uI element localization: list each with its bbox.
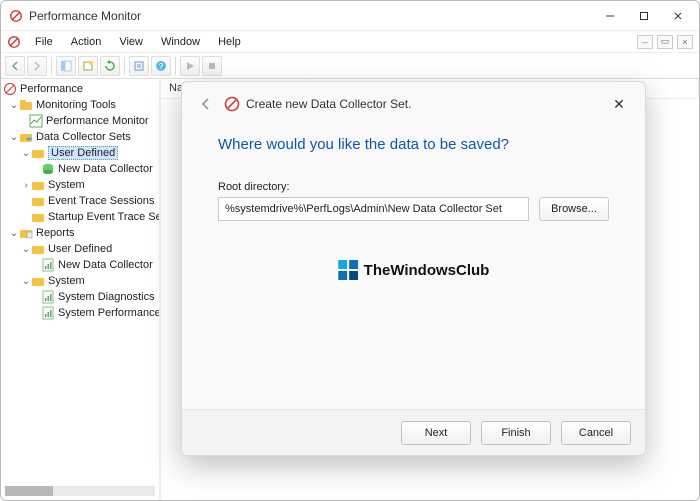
menubar: File Action View Window Help – ▭ × bbox=[1, 31, 699, 53]
menu-action[interactable]: Action bbox=[63, 34, 110, 50]
back-button[interactable] bbox=[5, 56, 25, 76]
tree-r-new-dc[interactable]: New Data Collector bbox=[58, 259, 153, 271]
mdi-restore-button[interactable]: ▭ bbox=[657, 35, 673, 49]
window-controls bbox=[597, 6, 691, 26]
tree-new-dc[interactable]: New Data Collector bbox=[58, 163, 153, 175]
folder-icon bbox=[31, 210, 45, 224]
tree-scrollbar[interactable] bbox=[5, 486, 155, 496]
watermark-text: TheWindowsClub bbox=[364, 262, 490, 279]
collapse-icon[interactable]: ⌄ bbox=[21, 276, 31, 287]
maximize-button[interactable] bbox=[631, 6, 657, 26]
tree-system[interactable]: System bbox=[48, 179, 85, 191]
close-button[interactable] bbox=[665, 6, 691, 26]
properties-button[interactable] bbox=[129, 56, 149, 76]
tree-dcs[interactable]: Data Collector Sets bbox=[36, 131, 131, 143]
wizard-icon bbox=[224, 96, 240, 112]
collapse-icon[interactable]: ⌄ bbox=[9, 132, 19, 143]
browse-button[interactable]: Browse... bbox=[539, 197, 609, 221]
cancel-button[interactable]: Cancel bbox=[561, 421, 631, 445]
minimize-button[interactable] bbox=[597, 6, 623, 26]
collapse-icon[interactable]: ⌄ bbox=[9, 100, 19, 111]
collapse-icon[interactable]: ⌄ bbox=[21, 148, 31, 159]
svg-text:?: ? bbox=[159, 62, 164, 71]
folder-icon bbox=[31, 194, 45, 208]
mdi-minimize-button[interactable]: – bbox=[637, 35, 653, 49]
folder-icon bbox=[31, 274, 45, 288]
window-title: Performance Monitor bbox=[29, 9, 597, 23]
tree-user-defined[interactable]: User Defined bbox=[48, 146, 118, 160]
folder-icon bbox=[31, 178, 45, 192]
chart-icon bbox=[29, 114, 43, 128]
collapse-icon[interactable]: ⌄ bbox=[9, 228, 19, 239]
stop-button[interactable] bbox=[202, 56, 222, 76]
tree-pane: Performance ⌄ Monitoring Tools Performanc… bbox=[1, 79, 161, 500]
wizard-heading: Where would you like the data to be save… bbox=[218, 136, 609, 153]
help-button[interactable]: ? bbox=[151, 56, 171, 76]
app-icon bbox=[9, 9, 23, 23]
forward-button[interactable] bbox=[27, 56, 47, 76]
mdi-close-button[interactable]: × bbox=[677, 35, 693, 49]
wizard-dialog: Create new Data Collector Set. ✕ Where w… bbox=[181, 81, 646, 456]
tree-monitoring-tools[interactable]: Monitoring Tools bbox=[36, 99, 116, 111]
tree-r-sys-diag[interactable]: System Diagnostics bbox=[58, 291, 155, 303]
tree-sets[interactable]: Startup Event Trace Sess bbox=[48, 211, 159, 223]
folder-report-icon bbox=[19, 226, 33, 240]
start-button[interactable] bbox=[180, 56, 200, 76]
tree-r-sys-perf[interactable]: System Performance bbox=[58, 307, 159, 319]
toolbar: ? bbox=[1, 53, 699, 79]
tree-reports[interactable]: Reports bbox=[36, 227, 75, 239]
tree-perfmon[interactable]: Performance Monitor bbox=[46, 115, 149, 127]
root-directory-input[interactable] bbox=[218, 197, 529, 221]
app-window: Performance Monitor File Action View Win… bbox=[0, 0, 700, 501]
next-button[interactable]: Next bbox=[401, 421, 471, 445]
tree[interactable]: Performance ⌄ Monitoring Tools Performanc… bbox=[1, 79, 159, 486]
report-icon bbox=[41, 290, 55, 304]
refresh-button[interactable] bbox=[100, 56, 120, 76]
app-menu-icon[interactable] bbox=[7, 35, 21, 49]
back-arrow-button[interactable] bbox=[196, 94, 216, 114]
show-hide-tree-button[interactable] bbox=[56, 56, 76, 76]
tree-ets[interactable]: Event Trace Sessions bbox=[48, 195, 154, 207]
wizard-title: Create new Data Collector Set. bbox=[246, 97, 411, 111]
dialog-close-button[interactable]: ✕ bbox=[607, 92, 631, 116]
tree-r-system[interactable]: System bbox=[48, 275, 85, 287]
folder-icon bbox=[31, 146, 45, 160]
watermark: TheWindowsClub bbox=[338, 260, 490, 280]
finish-button[interactable]: Finish bbox=[481, 421, 551, 445]
windows-icon bbox=[338, 260, 358, 280]
tree-r-user-defined[interactable]: User Defined bbox=[48, 243, 112, 255]
perf-icon bbox=[3, 82, 17, 96]
expand-icon[interactable]: › bbox=[21, 180, 31, 191]
root-directory-label: Root directory: bbox=[218, 181, 609, 193]
menu-view[interactable]: View bbox=[111, 34, 151, 50]
new-button[interactable] bbox=[78, 56, 98, 76]
menu-window[interactable]: Window bbox=[153, 34, 208, 50]
titlebar: Performance Monitor bbox=[1, 1, 699, 31]
report-icon bbox=[41, 258, 55, 272]
folder-icon bbox=[19, 98, 33, 112]
tree-root[interactable]: Performance bbox=[20, 83, 83, 95]
menu-file[interactable]: File bbox=[27, 34, 61, 50]
folder-db-icon bbox=[19, 130, 33, 144]
report-icon bbox=[41, 306, 55, 320]
db-icon bbox=[41, 162, 55, 176]
collapse-icon[interactable]: ⌄ bbox=[21, 244, 31, 255]
menu-help[interactable]: Help bbox=[210, 34, 249, 50]
folder-icon bbox=[31, 242, 45, 256]
